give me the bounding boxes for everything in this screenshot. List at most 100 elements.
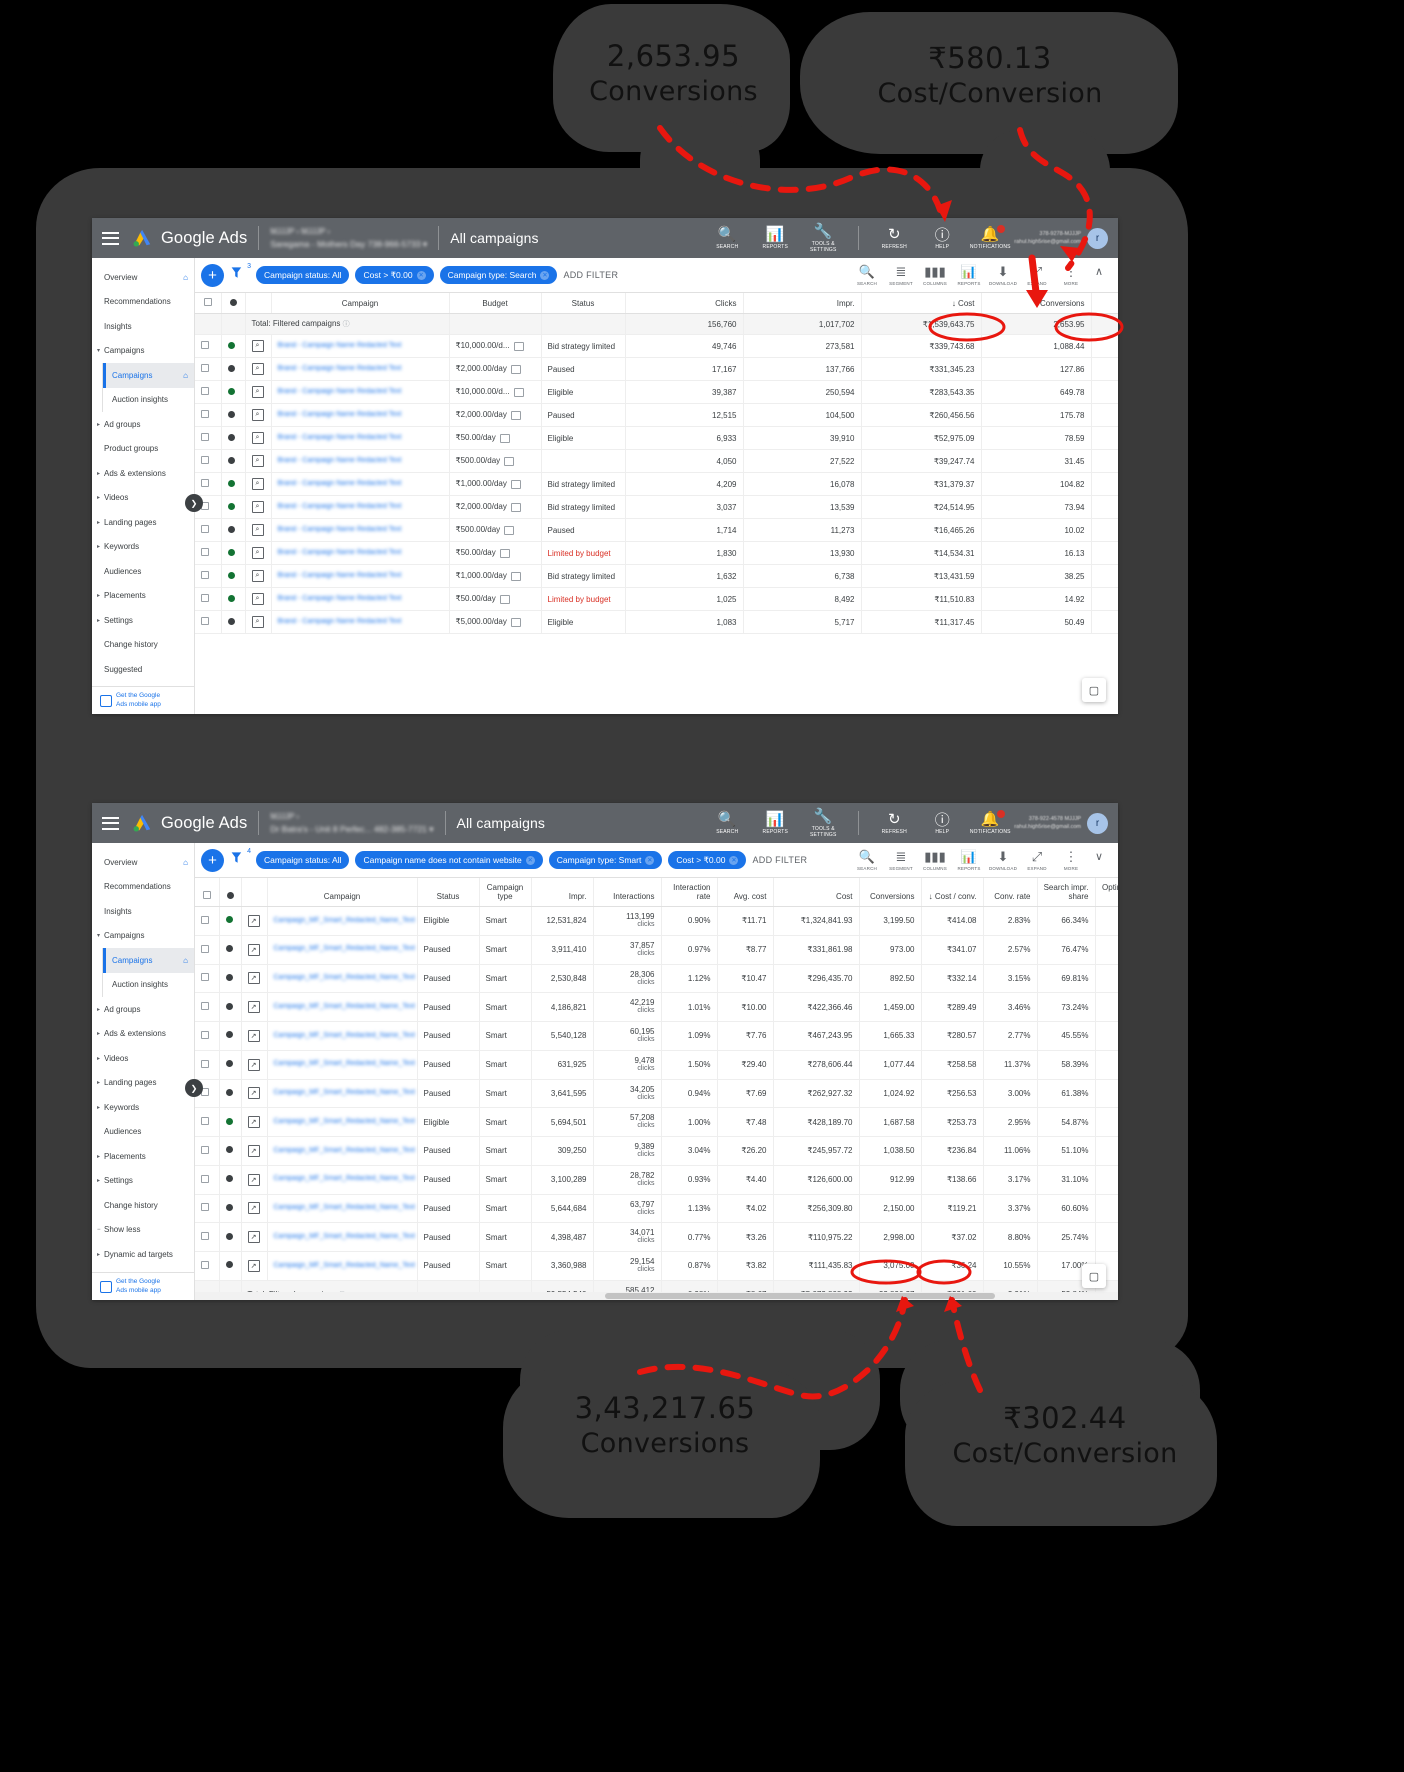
campaign-name-link[interactable]: Campaign_MF_Smart_Redacted_Name_Text: [274, 973, 416, 984]
row-checkbox-cell[interactable]: [195, 610, 222, 634]
preview-cell[interactable]: ↗: [241, 1136, 268, 1166]
table-row[interactable]: ⌕ Brand - Campaign Name Redacted Text ₹2,0…: [195, 495, 1118, 519]
table-row[interactable]: ↗ Campaign_MF_Smart_Redacted_Name_Text Pau…: [195, 1165, 1118, 1195]
sidebar-item-suggested[interactable]: Suggested: [92, 657, 194, 682]
table-row[interactable]: ⌕ Brand - Campaign Name Redacted Text ₹500…: [195, 518, 1118, 542]
table-row[interactable]: ↗ Campaign_MF_Smart_Redacted_Name_Text Pau…: [195, 1136, 1118, 1166]
row-checkbox-cell[interactable]: [195, 1251, 220, 1281]
preview-icon[interactable]: ↗: [247, 1144, 260, 1157]
row-checkbox[interactable]: [201, 617, 209, 625]
row-checkbox[interactable]: [201, 1232, 209, 1241]
table-row[interactable]: ⌕ Brand - Campaign Name Redacted Text ₹50.…: [195, 426, 1118, 450]
filter-icon[interactable]: 3: [230, 263, 251, 285]
preview-cell[interactable]: ⌕: [245, 541, 272, 565]
preview-icon[interactable]: ↗: [247, 1202, 260, 1215]
row-checkbox-cell[interactable]: [195, 1021, 220, 1051]
sidebar-item-videos[interactable]: ▸ Videos: [92, 486, 194, 511]
more-button[interactable]: ⋮ MORE: [1054, 849, 1088, 871]
sidebar-item-audiences[interactable]: Audiences: [92, 1120, 194, 1145]
sidebar-item-change-history[interactable]: Change history: [92, 1193, 194, 1218]
refresh-button[interactable]: ↻ REFRESH: [870, 811, 918, 836]
row-checkbox[interactable]: [201, 1059, 209, 1068]
table-row[interactable]: ↗ Campaign_MF_Smart_Redacted_Name_Text Pau…: [195, 1079, 1118, 1109]
preview-icon[interactable]: ⌕: [251, 570, 264, 582]
row-checkbox-cell[interactable]: [195, 587, 222, 611]
collapse-toolbar-button[interactable]: ∨: [1088, 850, 1110, 863]
budget-cell[interactable]: ₹2,000.00/day: [449, 357, 542, 381]
preview-cell[interactable]: ↗: [241, 964, 268, 994]
row-checkbox-cell[interactable]: [195, 334, 222, 358]
sidebar-item-ads-extensions[interactable]: ▸ Ads & extensions: [92, 1022, 194, 1047]
row-checkbox[interactable]: [201, 410, 209, 418]
campaign-name-cell[interactable]: Brand - Campaign Name Redacted Text: [271, 403, 450, 427]
budget-cell[interactable]: ₹50.00/day: [449, 426, 542, 450]
row-checkbox-cell[interactable]: [195, 1136, 220, 1166]
preview-icon[interactable]: ↗: [247, 943, 260, 956]
campaign-name-cell[interactable]: Brand - Campaign Name Redacted Text: [271, 495, 450, 519]
segment-button[interactable]: ≣ SEGMENT: [884, 264, 918, 286]
filter-chip[interactable]: Cost > ₹0.00 ✕: [668, 851, 747, 869]
table-reports-button[interactable]: 📊 REPORTS: [952, 849, 986, 871]
preview-cell[interactable]: ⌕: [245, 357, 272, 381]
sidebar-item-recommendations[interactable]: Recommendations: [92, 875, 194, 900]
mobile-app-promo[interactable]: Get the Google Ads mobile app: [92, 686, 194, 714]
columns-button[interactable]: ▮▮▮ COLUMNS: [918, 849, 952, 871]
table-search-button[interactable]: 🔍 SEARCH: [850, 264, 884, 286]
sidebar-item-campaigns[interactable]: Campaigns ⌂: [102, 363, 194, 388]
preview-icon[interactable]: ⌕: [251, 432, 264, 444]
row-checkbox-cell[interactable]: [195, 1107, 220, 1137]
row-checkbox[interactable]: [201, 944, 209, 953]
sidebar-item-ads-extensions[interactable]: ▸ Ads & extensions: [92, 461, 194, 486]
campaign-name-link[interactable]: Brand - Campaign Name Redacted Text: [278, 617, 443, 628]
search-button[interactable]: 🔍 SEARCH: [703, 226, 751, 251]
more-button[interactable]: ⋮ MORE: [1054, 264, 1088, 286]
row-checkbox[interactable]: [201, 433, 209, 441]
preview-cell[interactable]: ↗: [241, 1079, 268, 1109]
budget-cell[interactable]: ₹500.00/day: [449, 518, 542, 542]
row-checkbox[interactable]: [201, 571, 209, 579]
reports-button[interactable]: 📊 REPORTS: [751, 811, 799, 836]
campaign-name-link[interactable]: Campaign_MF_Smart_Redacted_Name_Text: [274, 1117, 416, 1128]
campaign-name-link[interactable]: Campaign_MF_Smart_Redacted_Name_Text: [274, 1002, 416, 1013]
row-checkbox[interactable]: [201, 1002, 209, 1011]
table-row[interactable]: ⌕ Brand - Campaign Name Redacted Text ₹2,0…: [195, 357, 1118, 381]
close-icon[interactable]: ✕: [645, 855, 655, 865]
campaign-name-link[interactable]: Campaign_MF_Smart_Redacted_Name_Text: [274, 1261, 416, 1272]
table-row[interactable]: ↗ Campaign_MF_Smart_Redacted_Name_Text Eli…: [195, 906, 1118, 936]
sidebar-item-dynamic-ad-targets[interactable]: ▸ Dynamic ad targets: [92, 1242, 194, 1267]
table-header-cell[interactable]: Status: [417, 878, 480, 907]
campaign-name-cell[interactable]: Brand - Campaign Name Redacted Text: [271, 564, 450, 588]
row-checkbox-cell[interactable]: [195, 426, 222, 450]
budget-chart-icon[interactable]: [499, 548, 510, 558]
table-header-cell[interactable]: ↓ Cost: [861, 293, 982, 314]
budget-chart-icon[interactable]: [504, 525, 515, 535]
table-row[interactable]: ↗ Campaign_MF_Smart_Redacted_Name_Text Pau…: [195, 935, 1118, 965]
preview-icon[interactable]: ↗: [247, 1001, 260, 1014]
preview-cell[interactable]: ⌕: [245, 334, 272, 358]
row-checkbox[interactable]: [201, 341, 209, 349]
table-row[interactable]: ⌕ Brand - Campaign Name Redacted Text ₹50.…: [195, 541, 1118, 565]
campaign-name-cell[interactable]: Campaign_MF_Smart_Redacted_Name_Text: [267, 906, 418, 936]
row-checkbox[interactable]: [201, 364, 209, 372]
feedback-button[interactable]: ▢: [1082, 678, 1106, 702]
campaign-name-cell[interactable]: Campaign_MF_Smart_Redacted_Name_Text: [267, 1021, 418, 1051]
table-row[interactable]: ↗ Campaign_MF_Smart_Redacted_Name_Text Pau…: [195, 992, 1118, 1022]
budget-chart-icon[interactable]: [499, 594, 510, 604]
row-checkbox[interactable]: [201, 1117, 209, 1126]
sidebar-item-insights[interactable]: Insights: [92, 314, 194, 339]
sidebar-item-change-history[interactable]: Change history: [92, 633, 194, 658]
budget-chart-icon[interactable]: [510, 617, 521, 627]
preview-icon[interactable]: ↗: [247, 1116, 260, 1129]
sidebar-item-insights[interactable]: Insights: [92, 899, 194, 924]
preview-cell[interactable]: ⌕: [245, 610, 272, 634]
sidebar-item-ad-groups[interactable]: ▸ Ad groups: [92, 997, 194, 1022]
sidebar-item-campaigns[interactable]: ▾ Campaigns: [92, 924, 194, 949]
row-checkbox-cell[interactable]: [195, 357, 222, 381]
row-checkbox-cell[interactable]: [195, 964, 220, 994]
budget-chart-icon[interactable]: [499, 433, 510, 443]
table-header-cell[interactable]: Impr.: [743, 293, 862, 314]
collapse-toolbar-button[interactable]: ∧: [1088, 265, 1110, 278]
preview-icon[interactable]: ⌕: [251, 340, 264, 352]
tools-settings-button[interactable]: 🔧 TOOLS & SETTINGS: [799, 808, 847, 839]
sidebar-item-show-less[interactable]: − Show less: [92, 1218, 194, 1243]
